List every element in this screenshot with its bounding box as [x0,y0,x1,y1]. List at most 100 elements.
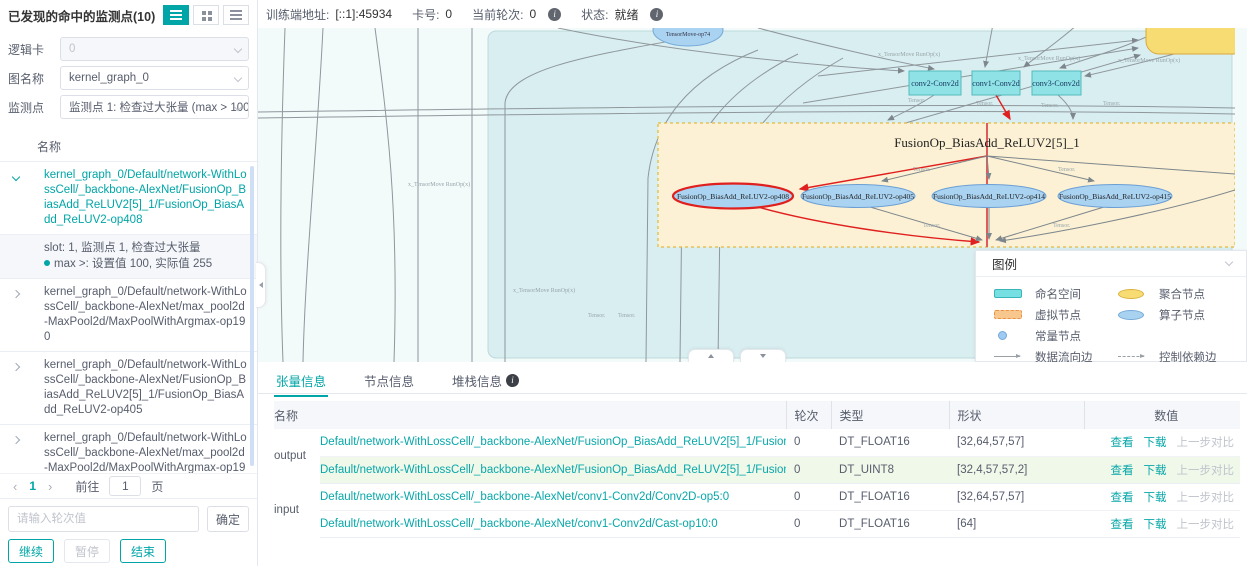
svg-text:Tensor.: Tensor. [1041,103,1059,109]
stack-info-icon[interactable]: i [506,374,519,387]
legend-title: 图例 [992,254,1017,273]
table-row: Default/network-WithLossCell/_backbone-A… [274,510,1240,537]
watchpoint-select[interactable]: 监测点 1: 检查过大张量 (max > 100) [60,95,249,119]
legend-header[interactable]: 图例 [976,251,1246,277]
view-toggle-grid[interactable] [193,5,219,25]
view-link[interactable]: 查看 [1111,519,1134,531]
graph-name-select[interactable]: kernel_graph_0 [60,66,249,90]
type-cell: DT_UINT8 [831,456,949,483]
tab-node-info[interactable]: 节点信息 [362,368,416,396]
compare-link[interactable]: 上一步对比 [1177,492,1235,504]
svg-text:Tensor.: Tensor. [1058,167,1076,173]
watchpoint-value: 监测点 1: 检查过大张量 (max > 100) [69,99,249,115]
virtual-swatch [994,310,1022,319]
continue-button[interactable]: 继续 [8,539,54,563]
control-buttons: 继续 暂停 结束 [0,536,257,566]
chevron-collapsed-icon[interactable] [6,358,26,418]
node-path: kernel_graph_0/Default/network-WithLossC… [26,285,247,345]
op-node-label: FusionOp_BiasAdd_ReLUV2-op414 [933,192,1045,201]
hit-node-list: kernel_graph_0/Default/network-WithLossC… [0,162,257,473]
node-path: kernel_graph_0/Default/network-WithLossC… [26,431,247,473]
list-item[interactable]: kernel_graph_0/Default/network-WithLossC… [0,352,257,425]
conv-node-label: conv3-Conv2d [1032,79,1080,88]
table-header-row: 名称 轮次 类型 形状 数值 [274,401,1240,429]
collapse-panel-button[interactable] [740,349,786,362]
node-path: kernel_graph_0/Default/network-WithLossC… [26,168,247,228]
confirm-button[interactable]: 确定 [207,506,249,532]
tensor-link[interactable]: Default/network-WithLossCell/_backbone-A… [320,518,718,530]
list-item[interactable]: kernel_graph_0/Default/network-WithLossC… [0,279,257,352]
main-area: 训练端地址: [::1]:45934 卡号: 0 当前轮次: 0 i 状态: 就… [258,0,1247,566]
download-link[interactable]: 下载 [1144,492,1167,504]
view-link[interactable]: 查看 [1111,492,1134,504]
dataflow-edge-swatch [994,356,1020,357]
panel-collapse-handle[interactable] [256,262,266,308]
chevron-expand-icon[interactable] [6,168,26,228]
status-info-icon[interactable]: i [650,8,663,21]
debugger-app: 已发现的命中的监测点(10) 逻辑卡 0 图名称 kernel_graph_0 [0,0,1247,566]
list-scrollbar[interactable] [250,166,254,466]
logic-card-select[interactable]: 0 [60,37,249,61]
step-cell: 0 [786,456,831,483]
graph-canvas[interactable]: FusionOp_BiasAdd_ReLUV2[5]_1 [258,28,1247,362]
op-node-label: FusionOp_BiasAdd_ReLUV2-op405 [802,192,914,201]
prev-page-button[interactable]: ‹ [10,479,20,494]
logic-card-label: 逻辑卡 [8,41,60,58]
pause-button[interactable]: 暂停 [64,539,110,563]
constant-swatch [998,331,1007,340]
conv-node-label: conv1-Conv2d [972,79,1020,88]
group-output: output [274,429,320,483]
namespace-swatch [994,289,1022,298]
compare-link[interactable]: 上一步对比 [1177,437,1235,449]
op-node-label: FusionOp_BiasAdd_ReLUV2-op408 [677,192,789,201]
list-item[interactable]: kernel_graph_0/Default/network-WithLossC… [0,162,257,235]
goto-page-input[interactable] [109,476,141,496]
step-input-row: 确定 [0,499,257,536]
tensor-link[interactable]: Default/network-WithLossCell/_backbone-A… [320,464,786,476]
tensor-table: 名称 轮次 类型 形状 数值 output Default/network-Wi… [274,401,1240,538]
tab-stack-info[interactable]: 堆栈信息i [450,368,521,396]
svg-text:Tensor.: Tensor. [618,313,636,319]
svg-text:x_TensorMove RunOp(x): x_TensorMove RunOp(x) [1018,55,1080,62]
col-value: 数值 [1084,401,1240,429]
download-link[interactable]: 下载 [1144,437,1167,449]
step-info-icon[interactable]: i [548,8,561,21]
tab-tensor-info[interactable]: 张量信息 [274,368,328,396]
col-shape: 形状 [949,401,1084,429]
download-link[interactable]: 下载 [1144,519,1167,531]
tensor-link[interactable]: Default/network-WithLossCell/_backbone-A… [320,491,729,503]
view-link[interactable]: 查看 [1111,437,1134,449]
slot-info-item[interactable]: slot: 1, 监测点 1, 检查过大张量 max >: 设置值 100, 实… [0,235,257,279]
step-value-input[interactable] [8,506,199,532]
conv-nodes: conv2-Conv2d conv1-Conv2d conv3-Conv2d [909,71,1081,95]
control-edge-swatch [1118,356,1144,357]
status-value: 就绪 [614,6,638,23]
svg-text:Tensor.: Tensor. [923,223,941,229]
download-link[interactable]: 下载 [1144,465,1167,477]
watchpoint-panel-header: 已发现的命中的监测点(10) [0,0,257,30]
grid-view-icon [202,11,206,15]
stop-button[interactable]: 结束 [120,539,166,563]
list-item[interactable]: kernel_graph_0/Default/network-WithLossC… [0,425,257,473]
legend-label: 数据流向边 [1035,349,1093,363]
compare-link[interactable]: 上一步对比 [1177,519,1235,531]
compare-link[interactable]: 上一步对比 [1177,465,1235,477]
chevron-collapsed-icon[interactable] [6,285,26,345]
actions-cell: 查看下载上一步对比 [1084,456,1240,483]
table-row-highlighted: Default/network-WithLossCell/_backbone-A… [274,456,1240,483]
node-path: kernel_graph_0/Default/network-WithLossC… [26,358,247,418]
expand-panel-button[interactable] [688,349,734,362]
view-toggle-menu[interactable] [223,5,249,25]
graph-select-form: 逻辑卡 0 图名称 kernel_graph_0 监测点 监测点 1: 检查过大… [0,30,257,126]
table-row: input Default/network-WithLossCell/_back… [274,483,1240,510]
aggregate-node[interactable] [1146,28,1235,54]
tensor-link[interactable]: Default/network-WithLossCell/_backbone-A… [320,436,786,448]
next-page-button[interactable]: › [45,479,55,494]
page-number[interactable]: 1 [26,479,39,493]
collapse-left-icon [259,282,263,288]
chevron-down-icon [1225,258,1233,266]
svg-text:x_TensorMove RunOp(x): x_TensorMove RunOp(x) [408,181,470,188]
view-link[interactable]: 查看 [1111,465,1134,477]
chevron-collapsed-icon[interactable] [6,431,26,473]
view-toggle-list[interactable] [163,5,189,25]
